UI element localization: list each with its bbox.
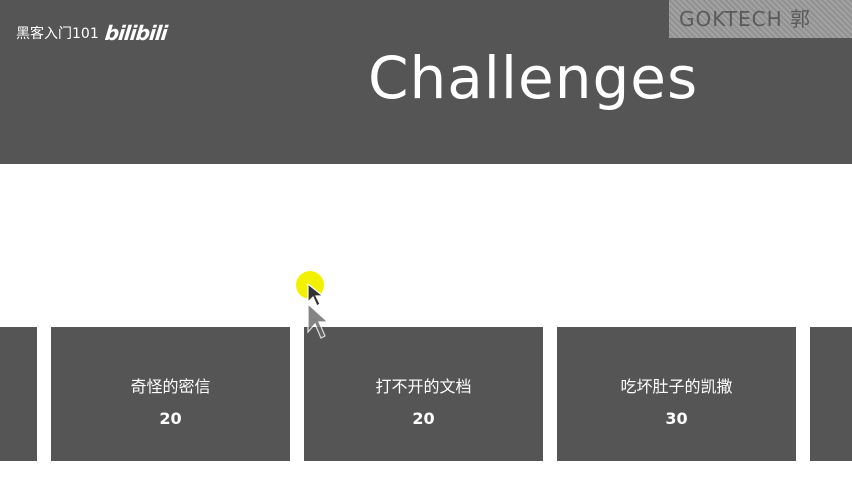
challenge-name: 吃坏肚子的凯撒 — [620, 377, 733, 396]
page-header: 黑客入门101 bilibili Challenges GOKTECH 郭 — [0, 0, 852, 164]
challenge-name: 打不开的文档 — [375, 377, 472, 396]
challenge-list: 奇怪的密信 20 打不开的文档 20 吃坏肚子的凯撒 30 — [0, 327, 852, 461]
challenge-name: 奇怪的密信 — [130, 377, 211, 396]
channel-badge: 黑客入门101 bilibili — [16, 21, 168, 45]
mouse-pointer-icon — [307, 282, 330, 339]
challenge-points: 30 — [665, 409, 688, 428]
page-title: Challenges — [368, 44, 699, 112]
challenge-card[interactable]: 打不开的文档 20 — [304, 327, 543, 461]
challenge-points: 20 — [159, 409, 182, 428]
challenge-card-partial-right[interactable] — [810, 327, 852, 461]
challenge-card-partial-left[interactable] — [0, 327, 37, 461]
bilibili-logo: bilibili — [103, 21, 168, 45]
channel-name: 黑客入门101 — [16, 26, 99, 42]
watermark: GOKTECH 郭 — [669, 0, 852, 38]
challenge-card[interactable]: 吃坏肚子的凯撒 30 — [557, 327, 796, 461]
challenge-points: 20 — [412, 409, 435, 428]
challenge-card[interactable]: 奇怪的密信 20 — [51, 327, 290, 461]
